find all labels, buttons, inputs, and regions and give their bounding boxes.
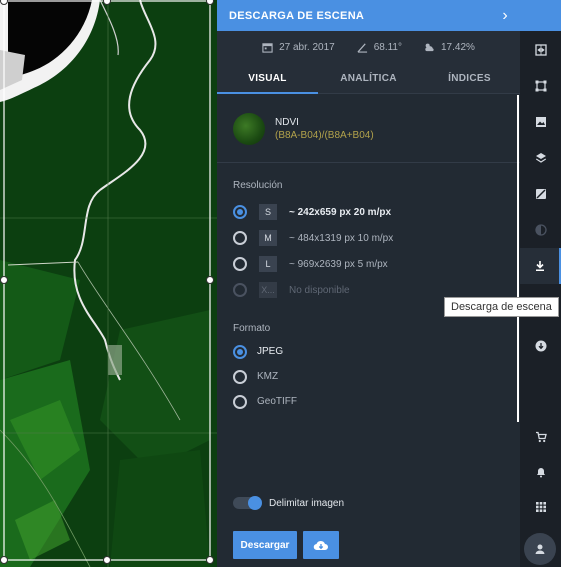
angle-icon <box>357 42 367 53</box>
contrast-button[interactable] <box>520 212 561 248</box>
pin-off-button[interactable] <box>520 176 561 212</box>
cloud-sun-icon <box>425 43 434 51</box>
download-button[interactable]: Descargar <box>233 531 297 559</box>
ndvi-imagery <box>0 0 217 567</box>
cloud-value: 17.42% <box>440 41 475 53</box>
cloud-meta: 17.42% <box>424 42 475 53</box>
crop-handle-bottom-right[interactable] <box>206 556 214 564</box>
format-text: GeoTIFF <box>257 396 298 407</box>
download-actions: Descargar <box>233 531 339 559</box>
grid-icon <box>535 502 546 512</box>
radio-kmz[interactable] <box>233 369 247 384</box>
layer-selector[interactable]: NDVI (B8A-B04)/(B8A+B04) <box>217 95 520 163</box>
crop-handle-mid-right[interactable] <box>206 276 214 284</box>
panel-title: DESCARGA DE ESCENA <box>229 9 365 22</box>
clip-image-toggle[interactable] <box>233 496 262 510</box>
radio-jpeg[interactable] <box>233 344 247 359</box>
cart-icon <box>535 431 547 443</box>
arrow-down-circle-icon <box>535 340 546 352</box>
layer-formula: (B8A-B04)/(B8A+B04) <box>275 129 374 141</box>
clip-image-toggle-row: Delimitar imagen <box>233 496 345 510</box>
tab-analitica[interactable]: ANALÍTICA <box>318 63 419 93</box>
notifications-button[interactable] <box>520 454 561 490</box>
download-scene-button[interactable] <box>520 248 561 284</box>
compare-icon <box>534 44 547 56</box>
radio-geotiff[interactable] <box>233 394 247 409</box>
bell-icon <box>536 468 545 478</box>
format-option-geotiff[interactable]: GeoTIFF <box>217 389 520 414</box>
layer-thumbnail <box>233 112 265 145</box>
resolution-label: Resolución <box>233 180 283 191</box>
tab-indices[interactable]: ÍNDICES <box>419 63 520 93</box>
chevron-right-icon[interactable]: › <box>502 7 508 25</box>
crop-handle-mid-left[interactable] <box>0 276 8 284</box>
size-badge: M <box>259 230 277 246</box>
format-option-kmz[interactable]: KMZ <box>217 364 520 389</box>
download-icon <box>535 261 544 271</box>
panel-tabs: VISUAL ANALÍTICA ÍNDICES <box>217 63 520 94</box>
size-badge: S <box>259 204 277 220</box>
resolution-text: ~ 242x659 px 20 m/px <box>289 206 392 218</box>
pin-off-icon <box>535 189 546 199</box>
radio-l[interactable] <box>233 257 247 271</box>
tab-visual[interactable]: VISUAL <box>217 63 318 94</box>
user-icon <box>535 544 545 554</box>
cloud-download-button[interactable] <box>303 531 339 559</box>
date-value: 27 abr. 2017 <box>279 41 335 53</box>
contrast-icon <box>534 224 547 236</box>
layers-button[interactable] <box>520 140 561 176</box>
crop-handle-bottom-mid[interactable] <box>103 556 111 564</box>
image-button[interactable] <box>520 104 561 140</box>
radio-x <box>233 283 247 297</box>
format-label: Formato <box>233 323 271 334</box>
resolution-text: No disponible <box>289 284 350 296</box>
user-avatar[interactable] <box>524 533 556 565</box>
apps-button[interactable] <box>520 489 561 525</box>
format-text: JPEG <box>257 346 284 357</box>
crop-icon <box>535 80 546 92</box>
cloud-download-icon <box>313 540 328 551</box>
date-meta: 27 abr. 2017 <box>262 42 335 53</box>
cart-button[interactable] <box>520 419 561 455</box>
crop-button[interactable] <box>520 68 561 104</box>
size-badge: X... <box>259 282 277 298</box>
scene-metadata: 27 abr. 2017 68.11° 17.42% <box>217 31 520 63</box>
download-circle-button[interactable] <box>520 328 561 364</box>
resolution-text: ~ 969x2639 px 5 m/px <box>289 258 388 270</box>
size-badge: L <box>259 256 277 272</box>
resolution-option-l[interactable]: L ~ 969x2639 px 5 m/px <box>217 251 520 277</box>
radio-s[interactable] <box>233 205 247 219</box>
angle-value: 68.11° <box>373 41 402 53</box>
panel-header[interactable]: DESCARGA DE ESCENA › <box>217 0 520 31</box>
radio-m[interactable] <box>233 231 247 245</box>
rail-header <box>520 0 561 31</box>
clip-image-label: Delimitar imagen <box>269 497 345 509</box>
image-icon <box>535 117 546 127</box>
crop-handle-bottom-left[interactable] <box>0 556 8 564</box>
download-tooltip: Descarga de escena <box>444 297 559 317</box>
scrollbar[interactable] <box>517 95 519 422</box>
angle-meta: 68.11° <box>357 42 402 53</box>
satellite-map[interactable] <box>0 0 217 567</box>
compare-button[interactable] <box>520 32 561 68</box>
scene-download-panel: DESCARGA DE ESCENA › 27 abr. 2017 68.11°… <box>217 0 520 567</box>
layers-icon <box>535 153 546 163</box>
resolution-option-s[interactable]: S ~ 242x659 px 20 m/px <box>217 199 520 225</box>
resolution-text: ~ 484x1319 px 10 m/px <box>289 232 394 244</box>
format-option-jpeg[interactable]: JPEG <box>217 339 520 364</box>
resolution-option-m[interactable]: M ~ 484x1319 px 10 m/px <box>217 225 520 251</box>
layer-name: NDVI <box>275 116 299 128</box>
format-text: KMZ <box>257 371 279 382</box>
panel-content: NDVI (B8A-B04)/(B8A+B04) Resolución S ~ … <box>217 95 520 567</box>
calendar-icon <box>262 42 273 53</box>
